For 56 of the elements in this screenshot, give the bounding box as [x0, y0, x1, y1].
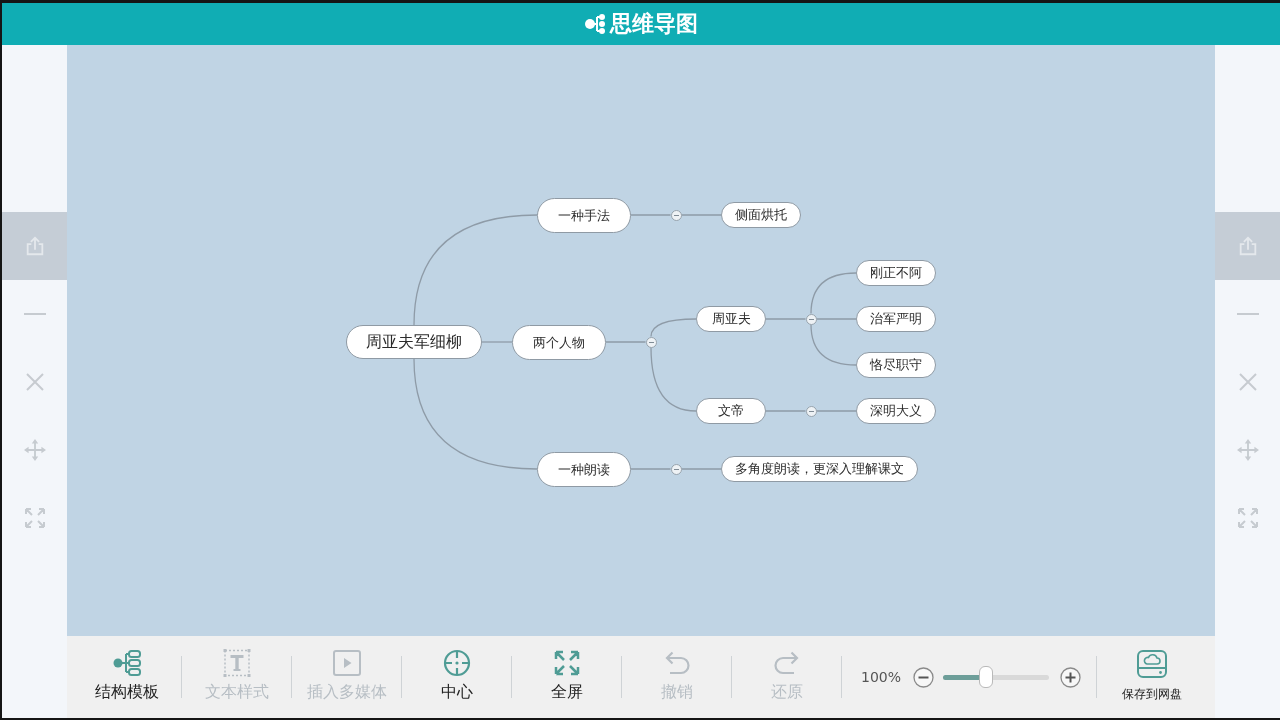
text-style-icon — [221, 649, 252, 677]
connector-line — [815, 410, 857, 412]
connector-line — [810, 323, 857, 366]
collapse-toggle-icon[interactable] — [805, 405, 817, 417]
connector-line — [765, 318, 807, 320]
collapse-toggle-icon[interactable] — [670, 463, 682, 475]
zoom-percent-text: 100% — [861, 667, 902, 687]
crosshair-icon — [441, 649, 472, 677]
topic-node[interactable]: 刚正不阿 — [856, 260, 936, 286]
connector-line — [650, 346, 697, 412]
connector-line — [630, 468, 672, 470]
play-icon — [331, 649, 362, 677]
collapse-toggle-icon[interactable] — [645, 336, 657, 348]
topic-node[interactable]: 两个人物 — [512, 324, 606, 360]
topic-node[interactable]: 一种朗读 — [537, 451, 631, 487]
move-icon — [23, 439, 46, 461]
toolbar-button[interactable]: 中心 — [402, 636, 511, 718]
central-topic-node[interactable]: 周亚夫军细柳 — [346, 325, 482, 359]
topic-node[interactable]: 文帝 — [696, 398, 766, 424]
collapse-toggle-icon[interactable] — [670, 209, 682, 221]
logo-icon — [584, 13, 606, 35]
fullscreen-icon — [1237, 508, 1258, 528]
toolbar-button[interactable]: 全屏 — [512, 636, 621, 718]
topic-node[interactable]: 一种手法 — [537, 197, 631, 233]
close-icon — [1238, 373, 1257, 391]
connector-line — [650, 318, 697, 338]
slider-thumb[interactable] — [979, 665, 994, 688]
toolbar-button[interactable]: 结构模板 — [72, 636, 181, 718]
topic-node[interactable]: 治军严明 — [856, 306, 936, 332]
fullscreen-icon — [24, 508, 45, 528]
app-title: 思维导图 — [610, 11, 698, 37]
side-tool-button[interactable] — [2, 212, 67, 280]
connector-line — [765, 410, 807, 412]
connector-line — [605, 341, 647, 343]
save-button[interactable]: 保存到网盘 — [1097, 636, 1206, 718]
minus-circle-icon[interactable] — [913, 666, 935, 688]
topic-node[interactable]: 周亚夫 — [696, 306, 766, 332]
minus-icon — [23, 313, 46, 315]
connector-line — [680, 468, 722, 470]
side-tool-button[interactable] — [1215, 212, 1280, 280]
plus-circle-icon[interactable] — [1060, 666, 1082, 688]
hierarchy-icon — [111, 649, 142, 677]
topic-node[interactable]: 多角度朗读，更深入理解课文 — [721, 456, 918, 482]
topic-node[interactable]: 深明大义 — [856, 398, 936, 424]
collapse-toggle-icon[interactable] — [805, 313, 817, 325]
connector-line — [680, 214, 722, 216]
move-icon — [1236, 439, 1259, 461]
topic-node[interactable]: 侧面烘托 — [721, 202, 801, 228]
close-icon — [25, 373, 44, 391]
connector-line — [481, 341, 513, 343]
topic-node[interactable]: 恪尽职守 — [856, 352, 936, 378]
connector-line — [630, 214, 672, 216]
connector-line — [810, 272, 857, 315]
connector-line — [815, 318, 857, 320]
minus-icon — [1236, 313, 1259, 315]
cloud-drive-icon — [1135, 649, 1168, 679]
